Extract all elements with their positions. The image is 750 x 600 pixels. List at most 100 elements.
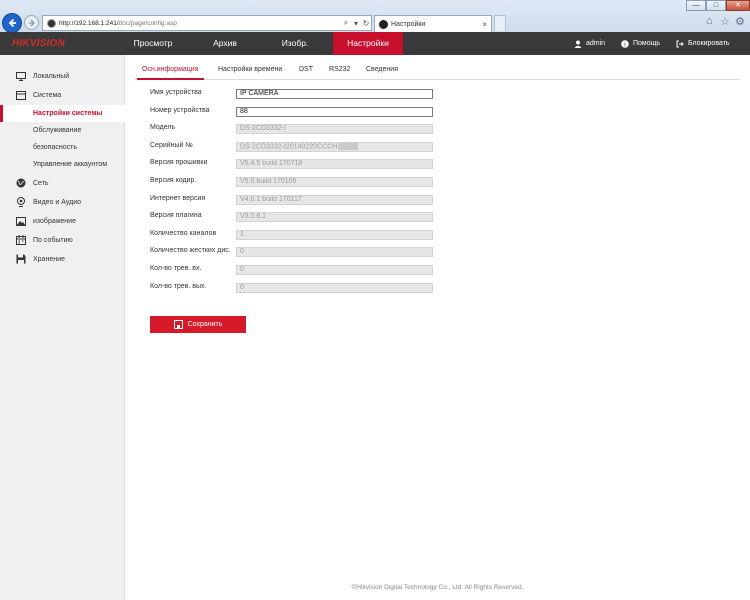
encoder-field: V5.0 build 170105 xyxy=(236,177,433,187)
alarm-out-field: 0 xyxy=(236,283,433,293)
alarm-out-label: Кол-во трев. вых. xyxy=(150,283,207,290)
footer-copyright: ©Hikvision Digital Technology Co., Ltd. … xyxy=(351,584,524,591)
nav-preview[interactable]: Просмотр xyxy=(120,32,186,55)
sidebar-item-event[interactable]: По событию xyxy=(0,231,125,249)
tab-basic-info[interactable]: Осн.информация xyxy=(137,63,203,80)
url-host: http://192.168.1.241/ xyxy=(59,19,119,27)
sidebar-item-security[interactable]: безопасность xyxy=(0,139,125,156)
sidebar-item-accounts[interactable]: Управление аккаунтом xyxy=(0,156,125,173)
sidebar-item-label: Сеть xyxy=(33,179,49,187)
serial-value: DS-2CD3332-I20140220CCCH xyxy=(240,143,338,151)
tab-dst[interactable]: DST xyxy=(299,63,313,79)
logout-link[interactable]: Блокировать xyxy=(676,32,730,55)
maximize-button[interactable]: □ xyxy=(706,0,726,11)
sidebar-item-label: По событию xyxy=(33,236,73,244)
sidebar-subitem-label: Настройки системы xyxy=(33,110,103,117)
user-name: admin xyxy=(586,40,606,47)
channels-label: Количество каналов xyxy=(150,230,217,237)
device-number-label: Номер устройства xyxy=(150,107,210,114)
hikvision-logo: HIKVISION xyxy=(12,38,65,49)
sidebar-item-maintenance[interactable]: Обслуживание xyxy=(0,122,125,139)
sidebar-subitem-label: безопасность xyxy=(33,144,77,151)
sidebar-item-storage[interactable]: Хранение xyxy=(0,250,125,268)
model-field: DS-2CD3332-I xyxy=(236,124,433,134)
alarm-in-label: Кол-во трев. вх. xyxy=(150,265,202,272)
serial-label: Серийный № xyxy=(150,142,193,149)
firmware-label: Версия прошивки xyxy=(150,159,208,166)
encoder-label: Версия кодир. xyxy=(150,177,197,184)
gear-icon[interactable]: ⚙ xyxy=(735,15,745,28)
settings-tabs: Осн.информация Настройки времени DST RS2… xyxy=(135,63,740,80)
web-version-label: Интернет версия xyxy=(150,195,206,202)
alarm-in-field: 0 xyxy=(236,265,433,275)
firmware-field: V5.4.5 build 170718 xyxy=(236,159,433,169)
url-text[interactable]: http://192.168.1.241/doc/page/config.asp xyxy=(59,20,341,27)
nav-image[interactable]: Изобр. xyxy=(262,32,328,55)
floppy-disk-icon xyxy=(16,254,26,264)
address-bar[interactable]: http://192.168.1.241/doc/page/config.asp… xyxy=(42,15,372,31)
browser-tab[interactable]: Настройки × xyxy=(374,15,492,32)
sidebar-item-local[interactable]: Локальный xyxy=(0,67,125,85)
search-icon[interactable]: ⌕ xyxy=(341,18,351,28)
save-icon xyxy=(173,320,183,329)
channels-field: 1 xyxy=(236,230,433,240)
dropdown-icon[interactable]: ▾ xyxy=(351,19,361,28)
sidebar-item-image[interactable]: изображение xyxy=(0,212,125,230)
help-link[interactable]: i Помощь xyxy=(621,32,660,55)
tab-favicon-icon xyxy=(379,19,388,29)
home-icon[interactable]: ⌂ xyxy=(706,15,713,27)
sidebar-item-system[interactable]: Система xyxy=(0,86,125,104)
hdd-count-field: 0 xyxy=(236,247,433,257)
tab-time-settings[interactable]: Настройки времени xyxy=(218,63,282,79)
close-tab-icon[interactable]: × xyxy=(482,20,487,29)
model-label: Модель xyxy=(150,124,176,131)
sidebar-item-label: изображение xyxy=(33,217,76,225)
close-window-button[interactable]: ✕ xyxy=(726,0,750,11)
back-arrow-icon[interactable] xyxy=(2,13,22,33)
content-area: Осн.информация Настройки времени DST RS2… xyxy=(125,55,750,600)
device-name-input[interactable]: IP CAMERA xyxy=(236,89,433,99)
minimize-button[interactable]: — xyxy=(686,0,706,11)
save-button[interactable]: Сохранить xyxy=(150,316,246,333)
sidebar-item-system-settings[interactable]: Настройки системы xyxy=(0,105,125,122)
browser-tab-title: Настройки xyxy=(391,20,426,28)
user-icon xyxy=(574,40,582,48)
sidebar: Локальный Система Настройки системы Обсл… xyxy=(0,55,125,600)
device-number-input[interactable]: 88 xyxy=(236,107,433,117)
user-menu[interactable]: admin xyxy=(574,32,605,55)
plugin-version-label: Версия плагина xyxy=(150,212,202,219)
logout-label: Блокировать xyxy=(688,40,730,47)
logout-icon xyxy=(676,40,684,47)
camera-icon xyxy=(17,197,25,207)
plugin-version-field: V3.0.6.1 xyxy=(236,212,433,222)
web-version-field: V4.0.1 build 170117 xyxy=(236,195,433,205)
browser-chrome: http://192.168.1.241/doc/page/config.asp… xyxy=(0,0,750,33)
nav-archive[interactable]: Архив xyxy=(192,32,258,55)
sidebar-item-label: Локальный xyxy=(33,72,70,80)
sidebar-item-video-audio[interactable]: Видео и Аудио xyxy=(0,193,125,211)
save-label: Сохранить xyxy=(187,321,223,328)
monitor-icon xyxy=(16,71,26,81)
serial-field: DS-2CD3332-I20140220CCCH xyxy=(236,142,433,152)
refresh-icon[interactable]: ↻ xyxy=(361,19,371,28)
page-favicon-icon xyxy=(47,18,56,28)
nav-settings[interactable]: Настройки xyxy=(333,32,403,55)
sidebar-item-network[interactable]: Сеть xyxy=(0,174,125,192)
globe-icon xyxy=(16,178,26,188)
system-window-icon xyxy=(16,90,26,100)
help-icon: i xyxy=(621,39,629,48)
sidebar-item-label: Хранение xyxy=(33,255,65,263)
device-name-label: Имя устройства xyxy=(150,89,202,96)
star-icon[interactable]: ☆ xyxy=(720,15,730,28)
tab-rs232[interactable]: RS232 xyxy=(329,63,350,79)
image-icon xyxy=(16,216,26,226)
url-path: doc/page/config.asp xyxy=(118,19,177,27)
serial-redaction xyxy=(338,143,359,150)
sidebar-subitem-label: Обслуживание xyxy=(33,127,82,134)
sidebar-subitem-label: Управление аккаунтом xyxy=(33,161,108,168)
sidebar-item-label: Видео и Аудио xyxy=(33,198,81,206)
tab-about[interactable]: Сведения xyxy=(366,63,398,79)
forward-arrow-icon[interactable] xyxy=(24,15,39,30)
new-tab-button[interactable] xyxy=(494,15,506,31)
hdd-count-label: Количество жестких дис. xyxy=(150,247,231,254)
